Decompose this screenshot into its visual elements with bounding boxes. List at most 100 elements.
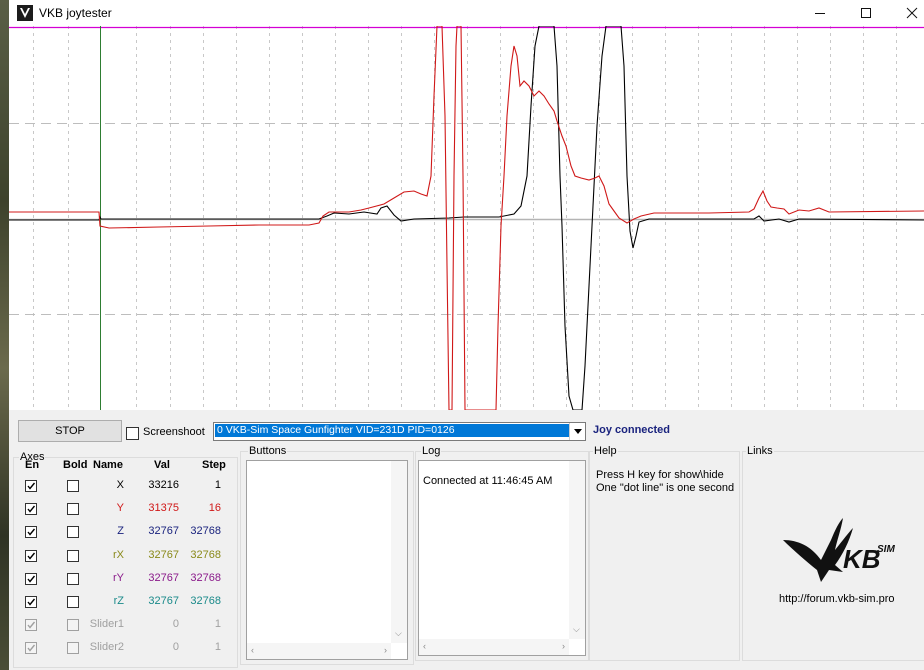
axis-value: 32767 [148,525,179,537]
axis-name: Slider1 [89,618,124,630]
axes-header-step: Step [202,459,226,471]
svg-text:KB: KB [843,544,881,574]
axes-header-name: Name [93,459,123,471]
axis-value: 0 [172,641,179,653]
checkbox-check-icon [27,505,36,513]
device-select-value: 0 VKB-Sim Space Gunfighter VID=231D PID=… [215,424,569,437]
axis-enable-checkbox[interactable] [25,619,37,631]
axis-bold-checkbox[interactable] [67,503,79,515]
desktop-background-strip [0,0,9,670]
axis-enable-checkbox[interactable] [25,550,37,562]
scroll-down-icon[interactable]: ⌵ [395,628,402,639]
scroll-right-icon[interactable]: › [562,641,565,651]
axis-plot-area [9,26,924,410]
axis-enable-checkbox[interactable] [25,642,37,654]
axis-bold-checkbox[interactable] [67,573,79,585]
title-bar[interactable]: VKB joytester [9,0,924,26]
buttons-vertical-scrollbar[interactable]: ⌵ [391,461,407,643]
scroll-left-icon[interactable]: ‹ [423,641,426,651]
axis-step: 32768 [190,525,221,537]
axis-enable-checkbox[interactable] [25,596,37,608]
axis-step: 32768 [190,595,221,607]
axis-step: 32768 [190,572,221,584]
log-vertical-scrollbar[interactable]: ⌵ [569,461,585,639]
device-select[interactable]: 0 VKB-Sim Space Gunfighter VID=231D PID=… [213,422,586,441]
axis-bold-checkbox[interactable] [67,480,79,492]
links-group: Links KB SIM http://forum.vkb-sim.pro [742,445,924,661]
links-group-title: Links [746,445,774,457]
axis-bold-checkbox[interactable] [67,619,79,631]
device-select-arrow[interactable] [569,423,585,440]
buttons-list[interactable]: ⌵ ‹ › [246,460,408,660]
axis-value: 33216 [148,479,179,491]
axis-enable-checkbox[interactable] [25,480,37,492]
axis-name: rX [113,549,124,561]
forum-link[interactable]: http://forum.vkb-sim.pro [779,593,895,605]
axis-name: rZ [113,595,124,607]
axis-plot-svg [9,26,924,410]
screenshot-checkbox[interactable] [126,427,139,440]
dropdown-arrow-icon [573,429,582,434]
help-text-line1: Press H key for show\hide [596,469,724,481]
y-axis-trace [9,26,924,410]
scroll-down-icon[interactable]: ⌵ [573,624,580,635]
axis-name: X [116,479,124,491]
axis-bold-checkbox[interactable] [67,550,79,562]
axis-value: 0 [172,618,179,630]
help-group-title: Help [593,445,618,457]
axis-enable-checkbox[interactable] [25,503,37,515]
buttons-group-title: Buttons [248,445,288,457]
axis-enable-checkbox[interactable] [25,573,37,585]
buttons-horizontal-scrollbar[interactable]: ‹ › [247,643,391,659]
log-entries: Connected at 11:46:45 AM [423,475,552,487]
help-text-line2: One "dot line" is one second [596,482,735,494]
buttons-group: Buttons ⌵ ‹ › [240,445,414,665]
checkbox-check-icon [27,482,36,490]
control-panel: STOP Screenshoot 0 VKB-Sim Space Gunfigh… [9,410,924,670]
window-title: VKB joytester [39,6,112,20]
vkb-eagle-logo: KB SIM [783,518,895,582]
axis-name: rY [113,572,124,584]
close-button[interactable] [889,0,924,26]
checkbox-check-icon [27,528,36,536]
axes-header-bold: Bold [63,459,88,471]
scroll-left-icon[interactable]: ‹ [251,645,254,655]
axis-step: 1 [214,641,221,653]
axis-bold-checkbox[interactable] [67,526,79,538]
axis-enable-checkbox[interactable] [25,526,37,538]
axis-name: Slider2 [89,641,124,653]
checkbox-check-icon [27,552,36,560]
log-horizontal-scrollbar[interactable]: ‹ › [419,639,569,655]
axis-bold-checkbox[interactable] [67,642,79,654]
minimize-button[interactable] [797,0,843,26]
x-axis-trace [9,26,924,410]
checkbox-check-icon [27,575,36,583]
screenshot-label: Screenshoot [143,426,205,438]
minimize-icon [815,13,825,14]
checkbox-check-icon [27,644,36,652]
axis-bold-checkbox[interactable] [67,596,79,608]
maximize-button[interactable] [843,0,889,26]
log-entry: Connected at 11:46:45 AM [423,475,553,487]
checkbox-check-icon [27,598,36,606]
axis-value: 32767 [148,572,179,584]
axes-header-val: Val [154,459,170,471]
axes-group: Axes [13,451,238,668]
axis-name: Z [117,525,124,537]
log-group: Log Connected at 11:46:45 AM ⌵ ‹ › [415,445,589,661]
scroll-right-icon[interactable]: › [384,645,387,655]
connection-status: Joy connected [593,424,671,436]
vkb-app-icon [17,5,33,21]
axis-step: 32768 [190,549,221,561]
axis-step: 1 [214,618,221,630]
axis-value: 32767 [148,549,179,561]
log-group-title: Log [421,445,442,457]
stop-button[interactable]: STOP [18,420,122,442]
checkbox-check-icon [27,621,36,629]
axes-header-en: En [25,459,40,471]
log-list[interactable]: Connected at 11:46:45 AM ⌵ ‹ › [418,460,586,656]
axis-value: 31375 [148,502,179,514]
svg-text:SIM: SIM [877,544,895,555]
axis-name: Y [116,502,124,514]
help-group: Help Press H key for show\hide One "dot … [589,445,740,661]
